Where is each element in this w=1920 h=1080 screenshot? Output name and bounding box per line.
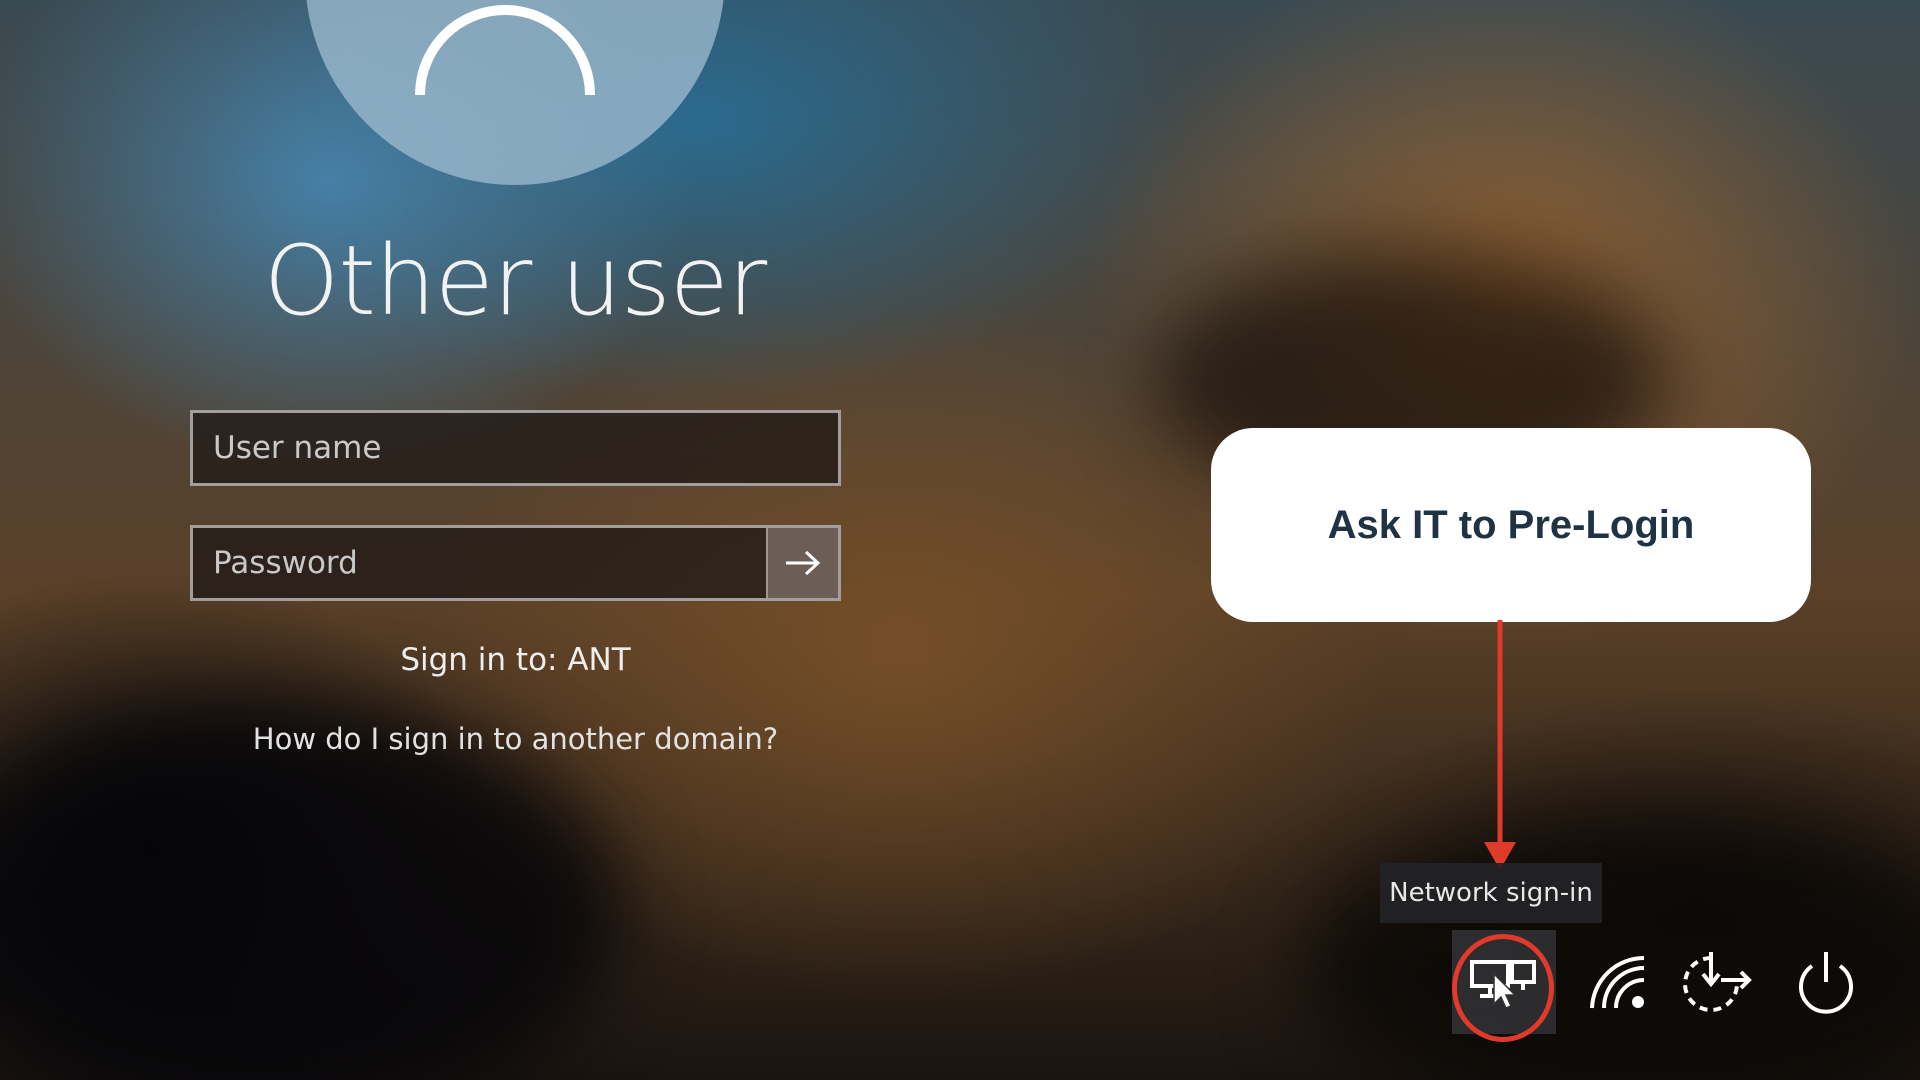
arrow-right-icon [786,550,821,576]
ease-of-access-button[interactable] [1666,930,1770,1034]
network-signin-tooltip: Network sign-in [1380,863,1602,923]
background-shadow [0,700,620,1080]
network-signin-icon [1470,960,1536,1009]
username-input[interactable] [193,413,838,483]
power-button[interactable] [1774,930,1878,1034]
other-domain-link[interactable]: How do I sign in to another domain? [190,722,841,756]
power-icon [1799,952,1853,1014]
annotation-arrow [1484,620,1516,870]
wifi-button[interactable] [1566,930,1670,1034]
password-field-box [190,525,841,601]
lock-screen: Other user Sign in to: ANT How do I sign… [0,0,1920,1080]
signin-domain-label: Sign in to: ANT [400,642,631,678]
wifi-icon [1590,956,1645,1009]
password-input[interactable] [193,528,773,598]
network-signin-button[interactable] [1452,930,1556,1034]
callout-text: Ask IT to Pre-Login [1327,502,1695,547]
accessibility-icon [1683,952,1752,1012]
submit-button[interactable] [766,528,838,598]
annotation-callout: Ask IT to Pre-Login [1211,428,1811,622]
user-title: Other user [263,225,767,337]
user-avatar [305,0,725,185]
user-silhouette-icon [415,5,595,95]
username-field-box [190,410,841,486]
